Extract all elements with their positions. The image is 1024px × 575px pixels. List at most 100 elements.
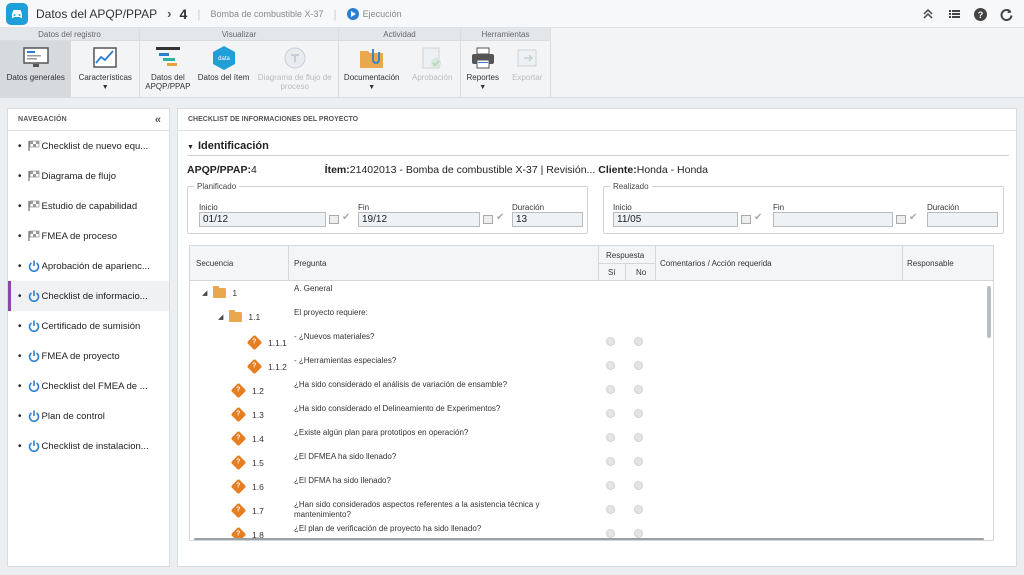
item-hexagon-icon: data <box>211 45 237 71</box>
item-data-button[interactable]: data Datos del ítem <box>196 41 252 97</box>
table-row[interactable]: ? 1.2 ¿Ha sido considerado el análisis de … <box>190 377 985 401</box>
answer-yes-radio[interactable] <box>606 433 615 442</box>
documentation-button[interactable]: Documentación ▼ <box>339 41 404 97</box>
calendar-icon[interactable] <box>896 215 906 224</box>
gantt-icon <box>155 45 181 71</box>
nav-item[interactable]: • Checklist del FMEA de ... <box>8 371 169 401</box>
answer-yes-radio[interactable] <box>606 409 615 418</box>
sequence-number: 1.7 <box>252 505 264 516</box>
ribbon-group-visualize: Visualizar Datos del APQP/PPAP data Dato… <box>140 28 339 97</box>
list-icon[interactable] <box>946 6 962 22</box>
planned-end-input[interactable]: 19/12 <box>358 212 480 227</box>
answer-yes-radio[interactable] <box>606 361 615 370</box>
characteristics-label: Características <box>78 73 132 82</box>
check-icon[interactable]: ✔ <box>754 212 762 223</box>
sequence-cell: ? 1.1.2 <box>246 358 287 375</box>
answer-no-radio[interactable] <box>634 505 643 514</box>
apqp-data-label: Datos del APQP/PPAP <box>145 73 191 91</box>
planned-start-input[interactable]: 01/12 <box>199 212 326 227</box>
col-secuencia[interactable]: Secuencia <box>196 259 233 268</box>
navigation-title: NAVEGACIÓN <box>18 116 67 123</box>
nav-item[interactable]: • Checklist de nuevo equ... <box>8 131 169 161</box>
table-row[interactable]: ? 1.5 ¿El DFMEA ha sido llenado? <box>190 449 985 473</box>
actual-start-input[interactable]: 11/05 <box>613 212 738 227</box>
general-data-button[interactable]: Datos generales <box>0 41 72 97</box>
client-label: Cliente: <box>598 164 637 176</box>
bullet: • <box>18 170 22 182</box>
nav-item[interactable]: • FMEA de proyecto <box>8 341 169 371</box>
help-icon[interactable]: ? <box>972 6 988 22</box>
actual-legend: Realizado <box>613 182 649 191</box>
answer-yes-radio[interactable] <box>606 385 615 394</box>
answer-yes-radio[interactable] <box>606 505 615 514</box>
check-icon[interactable]: ✔ <box>342 212 350 223</box>
col-pregunta[interactable]: Pregunta <box>294 259 326 268</box>
section-header-identificacion[interactable]: ▼ Identificación <box>187 140 269 152</box>
answer-no-radio[interactable] <box>634 337 643 346</box>
nav-item[interactable]: • Certificado de sumisión <box>8 311 169 341</box>
check-icon[interactable]: ✔ <box>909 212 917 223</box>
apqp-data-button[interactable]: Datos del APQP/PPAP <box>140 41 196 97</box>
calendar-icon[interactable] <box>741 215 751 224</box>
check-icon[interactable]: ✔ <box>496 212 504 223</box>
answer-yes-radio[interactable] <box>606 481 615 490</box>
col-comentarios[interactable]: Comentarios / Acción requerida <box>660 259 772 268</box>
table-row[interactable]: ? 1.1.1 - ¿Nuevos materiales? <box>190 329 985 353</box>
nav-item[interactable]: • Checklist de instalacion... <box>8 431 169 461</box>
answer-no-radio[interactable] <box>634 481 643 490</box>
nav-item[interactable]: • Plan de control <box>8 401 169 431</box>
nav-item[interactable]: • Diagrama de flujo <box>8 161 169 191</box>
export-button[interactable]: Exportar <box>505 41 550 97</box>
actual-end-input[interactable] <box>773 212 893 227</box>
table-row[interactable]: ? 1.3 ¿Ha sido considerado el Delineamient… <box>190 401 985 425</box>
expand-toggle-icon[interactable]: ◢ <box>202 289 207 297</box>
answer-yes-radio[interactable] <box>606 529 615 538</box>
horizontal-scrollbar[interactable] <box>194 538 984 540</box>
col-respuesta: Respuesta <box>606 251 645 260</box>
calendar-icon[interactable] <box>329 215 339 224</box>
sequence-cell: ? 1.4 <box>230 430 264 447</box>
refresh-icon[interactable] <box>998 6 1014 22</box>
item-value: 21402013 - Bomba de combustible X-37 | R… <box>349 164 596 176</box>
answer-no-radio[interactable] <box>634 361 643 370</box>
nav-item[interactable]: • FMEA de proceso <box>8 221 169 251</box>
answer-no-radio[interactable] <box>634 409 643 418</box>
answer-yes-radio[interactable] <box>606 337 615 346</box>
panel-title: CHECKLIST DE INFORMACIONES DEL PROYECTO <box>188 116 359 123</box>
answer-yes-radio[interactable] <box>606 457 615 466</box>
nav-item-label: Estudio de capabilidad <box>41 200 138 212</box>
question-text: ¿Ha sido considerado el Delineamiento de… <box>294 404 501 413</box>
nav-item[interactable]: • Aprobación de aparienc... <box>8 251 169 281</box>
actual-duration-input[interactable] <box>927 212 998 227</box>
question-text: ¿El DFMA ha sido llenado? <box>294 476 391 485</box>
answer-no-radio[interactable] <box>634 385 643 394</box>
process-flow-button[interactable]: Diagrama de flujo de proceso <box>251 41 338 97</box>
expand-toggle-icon[interactable]: ◢ <box>218 313 223 321</box>
table-row[interactable]: ◢ 1.1 El proyecto requiere: <box>190 306 985 330</box>
nav-item[interactable]: • Estudio de capabilidad <box>8 191 169 221</box>
table-row[interactable]: ? 1.4 ¿Existe algún plan para prototipos e… <box>190 425 985 449</box>
power-icon <box>28 440 40 452</box>
nav-item-label: Checklist de informacio... <box>41 290 148 302</box>
nav-item[interactable]: • Checklist de informacio... <box>8 281 169 311</box>
vertical-scrollbar[interactable] <box>987 286 991 338</box>
calendar-icon[interactable] <box>483 215 493 224</box>
table-row[interactable]: ? 1.6 ¿El DFMA ha sido llenado? <box>190 473 985 497</box>
planned-duration-input[interactable]: 13 <box>512 212 583 227</box>
table-row[interactable]: ◢ 1 A. General <box>190 282 985 306</box>
collapse-up-icon[interactable] <box>920 6 936 22</box>
sequence-number: 1.2 <box>252 385 264 396</box>
answer-no-radio[interactable] <box>634 457 643 466</box>
answer-no-radio[interactable] <box>634 433 643 442</box>
answer-no-radio[interactable] <box>634 529 643 538</box>
table-row[interactable]: ? 1.7 ¿Han sido considerados aspectos refe… <box>190 497 985 521</box>
characteristics-button[interactable]: Características ▼ <box>71 41 139 97</box>
flag-icon <box>28 140 40 152</box>
chevron-right-icon: › <box>167 6 172 21</box>
approval-button[interactable]: Aprobación <box>404 41 460 97</box>
flag-icon <box>28 230 40 242</box>
reports-button[interactable]: Reportes ▼ <box>461 41 505 97</box>
col-responsable[interactable]: Responsable <box>907 259 954 268</box>
table-row[interactable]: ? 1.1.2 - ¿Herramientas especiales? <box>190 353 985 377</box>
collapse-left-icon[interactable]: « <box>155 114 161 126</box>
